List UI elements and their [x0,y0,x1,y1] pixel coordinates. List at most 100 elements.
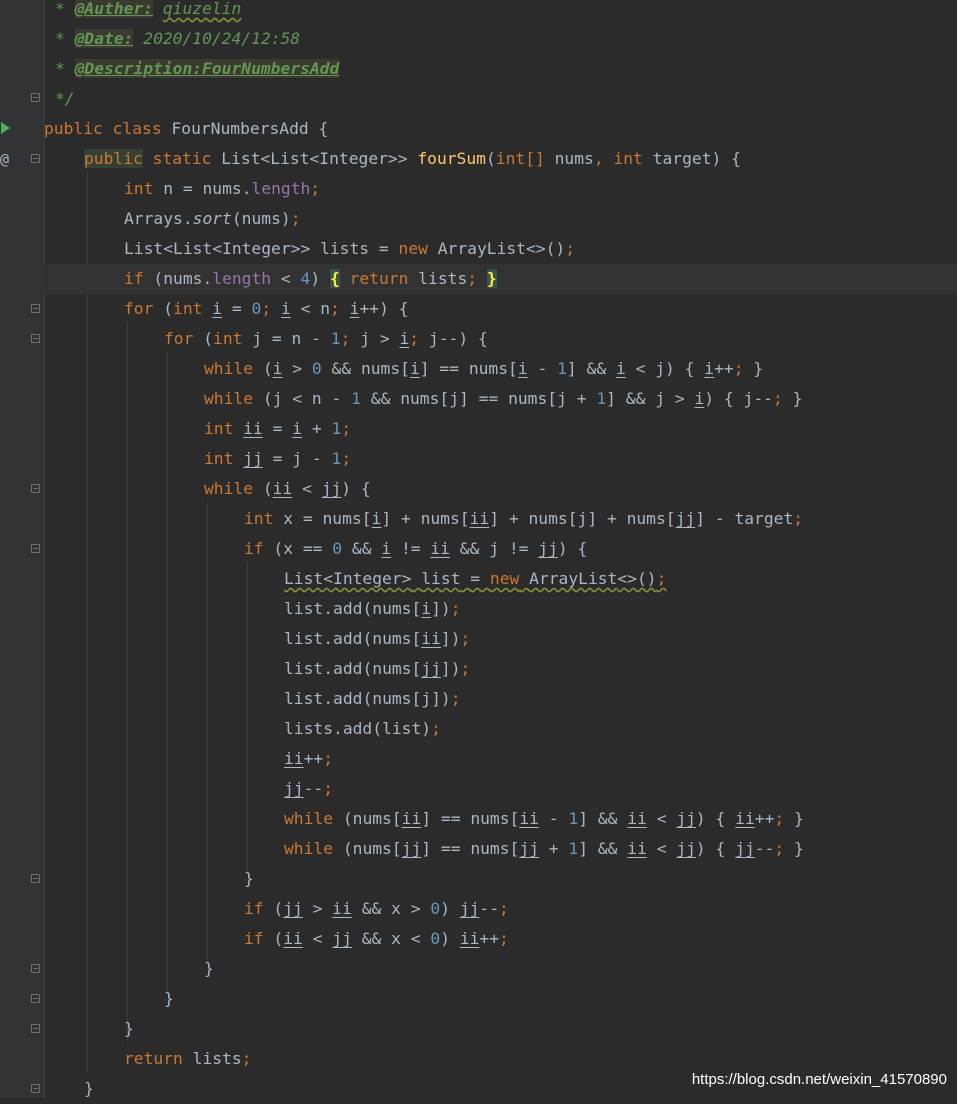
run-icon[interactable] [1,122,10,134]
code-line[interactable]: for (int i = 0; i < n; i++) { [44,294,957,324]
fold-icon[interactable] [31,964,40,973]
identifier: ii [627,809,647,828]
code-line[interactable]: while (ii < jj) { [44,474,957,504]
keyword: for [124,299,154,318]
type: List<Integer> [284,569,412,588]
override-icon[interactable]: @ [0,151,14,167]
operator: && [370,389,391,408]
code-editor[interactable]: @ * @Auther: qiuzelin * @Date: 2020/10/2… [0,0,957,1098]
paren: ) [379,299,389,318]
code-line[interactable]: if (x == 0 && i != ii && j != jj) { [44,534,957,564]
paren: ( [153,269,164,288]
identifier: j [489,539,500,558]
identifier: i [615,359,626,378]
code-line-current[interactable]: if (nums.length < 4) { return lists; } [44,264,957,294]
operator: && [361,899,382,918]
fold-icon[interactable] [31,1084,40,1093]
brace: } [794,809,804,828]
identifier: nums [372,599,412,618]
identifier: i [704,359,715,378]
identifier: ii [627,839,647,858]
semicolon: ; [340,329,351,348]
code-line[interactable]: * @Date: 2020/10/24/12:58 [44,24,957,54]
paren: ) [458,329,469,348]
identifier: i [292,419,303,438]
fold-icon[interactable] [31,544,40,553]
identifier: ii [401,809,422,828]
bracket: [ [391,839,402,858]
code-line[interactable]: List<List<Integer>> lists = new ArrayLis… [44,234,957,264]
code-line[interactable]: public class FourNumbersAdd { [44,114,957,144]
code-line[interactable]: */ [44,84,957,114]
fold-icon[interactable] [31,334,40,343]
operator: + [508,509,519,528]
code-line[interactable]: list.add(nums[i]); [44,594,957,624]
keyword: while [204,359,254,378]
code-line[interactable]: } [44,1014,957,1044]
code-line[interactable]: while (nums[ii] == nums[ii - 1] && ii < … [44,804,957,834]
paren: ( [362,659,373,678]
code-line[interactable]: * @Description:FourNumbersAdd [44,54,957,84]
code-line[interactable]: jj--; [44,774,957,804]
bracket: [ [411,629,422,648]
code-line[interactable]: int x = nums[i] + nums[ii] + nums[j] + n… [44,504,957,534]
code-line[interactable]: Arrays.sort(nums); [44,204,957,234]
code-line[interactable]: public static List<List<Integer>> fourSu… [44,144,957,174]
comment-star: * [55,59,65,78]
code-line[interactable]: int jj = j - 1; [44,444,957,474]
identifier: nums [528,509,568,528]
fold-icon[interactable] [31,304,40,313]
semicolon: ; [341,419,352,438]
code-line[interactable]: list.add(nums[jj]); [44,654,957,684]
date-value: 2020/10/24/12:58 [143,29,301,48]
brace: { [577,539,588,558]
code-line[interactable]: if (ii < jj && x < 0) ii++; [44,924,957,954]
code-line[interactable]: * @Auther: qiuzelin [44,0,957,24]
code-line[interactable]: lists.add(list); [44,714,957,744]
identifier: nums [372,689,412,708]
identifier: list [284,629,324,648]
operator: == [478,389,499,408]
operator: - [331,389,342,408]
paren: ) [695,839,706,858]
keyword: new [398,239,428,258]
fold-icon[interactable] [31,484,40,493]
bracket: [ [391,809,402,828]
code-line[interactable]: while (j < n - 1 && nums[j] == nums[j + … [44,384,957,414]
code-line[interactable]: list.add(nums[ii]); [44,624,957,654]
code-line[interactable]: if (jj > ii && x > 0) jj--; [44,894,957,924]
fold-icon[interactable] [31,994,40,1003]
fold-icon[interactable] [31,874,40,883]
code-line[interactable]: ii++; [44,744,957,774]
semicolon: ; [467,269,478,288]
identifier: ii [430,539,450,558]
identifier: n [311,389,322,408]
fold-icon[interactable] [31,93,40,102]
semicolon: ; [310,179,321,198]
code-line[interactable]: int n = nums.length; [44,174,957,204]
matched-brace: { [329,269,340,288]
code-line[interactable]: for (int j = n - 1; j > i; j--) { [44,324,957,354]
bracket: [ [547,389,558,408]
semicolon: ; [460,659,471,678]
fold-icon[interactable] [31,1024,40,1033]
code-line[interactable]: List<Integer> list = new ArrayList<>(); [44,564,957,594]
brace: { [723,389,734,408]
code-line[interactable]: return lists; [44,1044,957,1074]
bracket: ] [578,839,589,858]
code-line[interactable]: while (nums[jj] == nums[jj + 1] && ii < … [44,834,957,864]
code-line[interactable]: } [44,984,957,1014]
bracket: ] [421,809,432,828]
operator: && [597,809,618,828]
code-line[interactable]: int ii = i + 1; [44,414,957,444]
bracket: ] [440,629,451,648]
code-line[interactable]: while (i > 0 && nums[i] == nums[i - 1] &… [44,354,957,384]
fold-icon[interactable] [31,154,40,163]
code-line[interactable]: } [44,954,957,984]
author-value: qiuzelin [162,0,242,18]
keyword: int [173,299,203,318]
code-line[interactable]: list.add(nums[j]); [44,684,957,714]
dot: . [241,179,252,198]
brace: } [792,389,803,408]
code-line[interactable]: } [44,864,957,894]
